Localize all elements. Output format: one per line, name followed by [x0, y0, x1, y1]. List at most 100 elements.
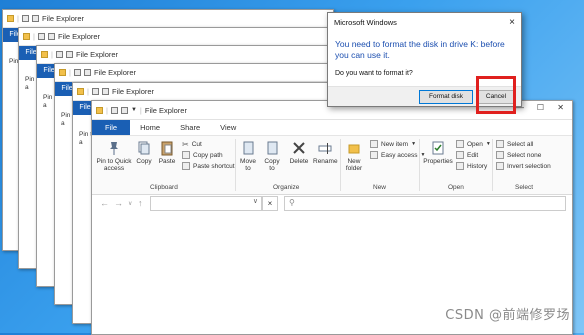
new-folder-icon[interactable]: [120, 106, 128, 114]
edit-icon: [456, 151, 464, 159]
invert-selection-button[interactable]: Invert selection: [496, 162, 551, 170]
properties-button[interactable]: Properties: [422, 140, 454, 165]
history-icon: [456, 162, 464, 170]
dialog-title-bar: Microsoft Windows ×: [328, 13, 521, 33]
quick-access-dropdown-icon[interactable]: ▼: [131, 107, 137, 113]
properties-icon: [21, 15, 29, 22]
tab-file[interactable]: File: [92, 120, 131, 135]
delete-icon: [293, 142, 305, 154]
copy-to-button[interactable]: Copy to: [262, 140, 282, 172]
paste-shortcut-button[interactable]: Paste shortcut: [182, 162, 235, 170]
group-divider: [419, 139, 420, 191]
title-bar: | File Explorer: [19, 28, 349, 46]
folder-icon: [41, 51, 48, 58]
folder-icon: [7, 15, 14, 22]
title-bar: | File Explorer: [3, 10, 333, 28]
group-divider: [492, 139, 493, 191]
pin-quick-access-button[interactable]: Pin to Quick access: [96, 140, 132, 172]
paste-icon: [161, 141, 173, 156]
format-disk-button[interactable]: Format disk: [419, 90, 473, 104]
search-input[interactable]: ⚲: [284, 196, 566, 211]
group-label-organize: Organize: [273, 184, 300, 191]
history-button[interactable]: History: [456, 162, 487, 170]
tab-view[interactable]: View: [210, 120, 246, 135]
search-icon: ⚲: [289, 198, 295, 207]
up-arrow-icon[interactable]: ↑: [138, 198, 143, 208]
folder-icon: [23, 33, 30, 40]
new-folder-icon: [83, 69, 91, 76]
paste-shortcut-icon: [182, 162, 190, 170]
close-icon[interactable]: ✕: [557, 103, 564, 112]
properties-icon: [73, 69, 81, 76]
open-icon: [456, 140, 464, 148]
copy-button[interactable]: Copy: [135, 140, 153, 165]
select-all-button[interactable]: Select all: [496, 140, 533, 148]
properties-icon: [55, 51, 63, 58]
new-folder-icon: [47, 33, 55, 40]
watermark: CSDN @前端修罗场: [445, 308, 570, 323]
open-button[interactable]: Open ▼: [456, 140, 491, 148]
select-none-icon: [496, 151, 504, 159]
group-label-new: New: [373, 184, 387, 191]
properties-icon[interactable]: [110, 106, 118, 114]
delete-button[interactable]: Delete: [288, 140, 310, 165]
select-all-icon: [496, 140, 504, 148]
copy-path-button[interactable]: Copy path: [182, 151, 223, 159]
copy-to-icon: [267, 141, 278, 155]
ribbon-tabs: File Home Share View: [92, 120, 572, 136]
back-arrow-icon[interactable]: ←: [100, 198, 109, 208]
chevron-down-icon[interactable]: ∨: [253, 197, 258, 205]
scissors-icon: ✂: [182, 140, 189, 149]
properties-check-icon: [432, 141, 444, 155]
folder-icon: [59, 69, 66, 76]
address-input[interactable]: ∨: [150, 196, 262, 211]
new-folder-icon: [348, 144, 360, 154]
window-title: File Explorer: [111, 87, 155, 96]
tab-share[interactable]: Share: [170, 120, 210, 135]
select-none-button[interactable]: Select none: [496, 151, 541, 159]
window-title: File Explorer: [144, 105, 187, 115]
group-label-open: Open: [448, 184, 464, 191]
dialog-question: Do you want to format it?: [335, 70, 413, 77]
tab-home[interactable]: Home: [130, 120, 170, 135]
dialog-title: Microsoft Windows: [334, 18, 397, 27]
move-to-icon: [243, 141, 254, 155]
recent-dropdown-icon[interactable]: ∨: [128, 200, 132, 207]
move-to-button[interactable]: Move to: [238, 140, 258, 172]
maximize-icon[interactable]: ☐: [537, 103, 544, 112]
easy-access-icon: [370, 151, 378, 159]
group-divider: [235, 139, 236, 191]
easy-access-button[interactable]: Easy access ▼: [370, 151, 425, 159]
group-label-clipboard: Clipboard: [150, 184, 178, 191]
new-folder-icon: [65, 51, 73, 58]
properties-icon: [37, 33, 45, 40]
new-item-button[interactable]: New item ▼: [370, 140, 416, 148]
address-clear-button[interactable]: ×: [262, 196, 278, 211]
new-folder-icon: [31, 15, 39, 22]
copy-path-icon: [182, 151, 190, 159]
edit-button[interactable]: Edit: [456, 151, 478, 159]
title-bar: | File Explorer: [37, 46, 367, 64]
rename-button[interactable]: Rename: [313, 140, 338, 165]
properties-icon: [91, 88, 99, 95]
cut-button[interactable]: ✂ Cut: [182, 140, 202, 149]
window-title: File Explorer: [75, 50, 119, 59]
group-divider: [340, 139, 341, 191]
dialog-message: You need to format the disk in drive K: …: [335, 39, 505, 60]
new-folder-button[interactable]: New folder: [343, 140, 365, 172]
rename-icon: [318, 143, 332, 154]
new-folder-icon: [101, 88, 109, 95]
paste-button[interactable]: Paste: [157, 140, 177, 165]
group-label-select: Select: [515, 184, 534, 191]
chevron-down-icon: ▼: [485, 141, 491, 147]
cancel-highlight-box: [476, 76, 516, 114]
forward-arrow-icon[interactable]: →: [114, 198, 123, 208]
new-item-icon: [370, 140, 378, 148]
folder-icon: [77, 88, 84, 95]
explorer-window-main: | ▼ | File Explorer — ☐ ✕ File Home Share…: [91, 100, 573, 335]
copy-icon: [138, 141, 150, 155]
dialog-close-button[interactable]: ×: [509, 13, 515, 33]
window-title: File Explorer: [93, 68, 137, 77]
window-title: File Explorer: [41, 14, 85, 23]
chevron-down-icon: ▼: [411, 141, 417, 147]
